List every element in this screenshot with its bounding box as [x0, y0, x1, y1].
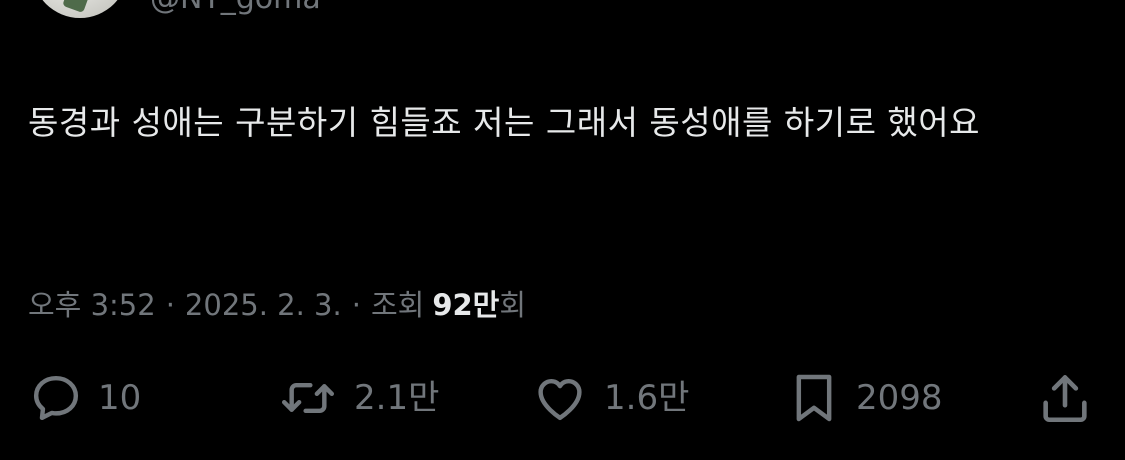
- retweet-icon: [281, 382, 335, 414]
- retweet-button[interactable]: 2.1만: [276, 366, 439, 430]
- author-handle[interactable]: @NY_goma: [150, 0, 321, 14]
- bookmark-button[interactable]: 2098: [786, 366, 943, 430]
- heart-icon: [538, 378, 582, 421]
- like-button[interactable]: 1.6만: [530, 366, 689, 430]
- tweet-date[interactable]: 2025. 2. 3.: [185, 284, 342, 326]
- meta-separator: ·: [351, 288, 361, 322]
- share-icon: [1043, 375, 1087, 423]
- share-button[interactable]: [1036, 366, 1094, 430]
- reply-button[interactable]: 10: [28, 366, 141, 430]
- tweet-time[interactable]: 오후 3:52: [28, 284, 156, 326]
- reply-count: 10: [98, 378, 142, 418]
- action-bar: 10 2.1만 1.6만 2098: [0, 366, 1125, 430]
- tweet-text: 동경과 성애는 구분하기 힘들죠 저는 그래서 동성애를 하기로 했어요: [28, 103, 980, 142]
- bookmark-count: 2098: [856, 378, 943, 418]
- views-suffix: 회: [499, 288, 527, 322]
- bookmark-icon: [796, 374, 832, 422]
- views-count[interactable]: 92만: [432, 284, 499, 326]
- meta-separator: ·: [165, 288, 175, 322]
- retweet-count: 2.1만: [354, 378, 440, 418]
- tweet-meta: 오후 3:52 · 2025. 2. 3. · 조회 92만 회: [28, 284, 526, 326]
- reply-icon: [33, 375, 79, 421]
- like-count: 1.6만: [604, 378, 690, 418]
- views-prefix: 조회: [370, 288, 425, 322]
- avatar[interactable]: [32, 0, 128, 18]
